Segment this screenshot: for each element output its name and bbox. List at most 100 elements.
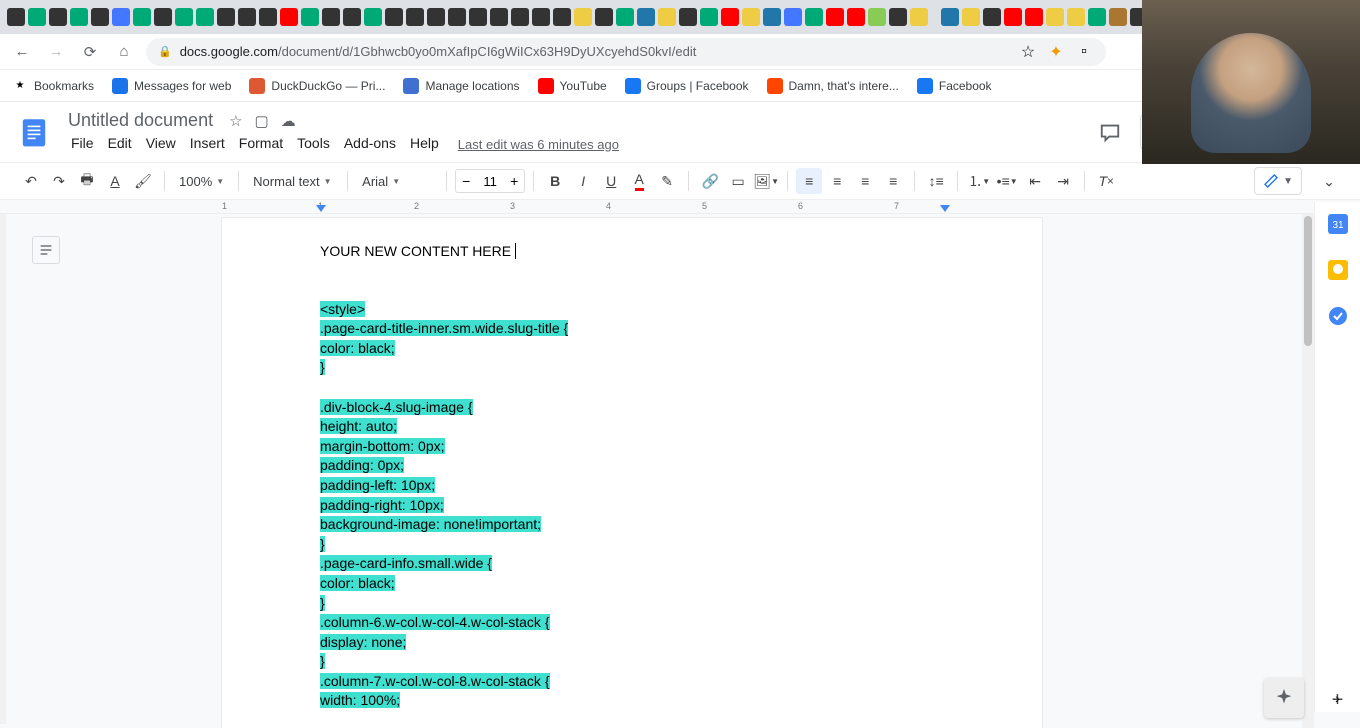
browser-tab[interactable]: [321, 4, 340, 30]
browser-tab[interactable]: [657, 4, 676, 30]
browser-tab[interactable]: [342, 4, 361, 30]
collapse-toolbar-button[interactable]: ⌃: [1316, 168, 1342, 194]
browser-tab[interactable]: [510, 4, 529, 30]
align-center-button[interactable]: ≡: [824, 168, 850, 194]
browser-tab[interactable]: [783, 4, 802, 30]
paragraph-style-dropdown[interactable]: Normal text▼: [247, 174, 339, 189]
browser-tab[interactable]: [867, 4, 886, 30]
document-text[interactable]: .column-7.w-col.w-col-8.w-col-stack {: [320, 672, 944, 692]
browser-tab[interactable]: [384, 4, 403, 30]
browser-tab[interactable]: [846, 4, 865, 30]
zoom-dropdown[interactable]: 100%▼: [173, 174, 230, 189]
outline-toggle-button[interactable]: [32, 236, 60, 264]
undo-button[interactable]: ↶: [18, 168, 44, 194]
highlight-button[interactable]: ✎: [654, 168, 680, 194]
browser-tab[interactable]: [258, 4, 277, 30]
align-left-button[interactable]: ≡: [796, 168, 822, 194]
insert-image-button[interactable]: 🖼▼: [753, 168, 779, 194]
browser-tab[interactable]: [300, 4, 319, 30]
decrease-indent-button[interactable]: ⇤: [1022, 168, 1048, 194]
document-page[interactable]: YOUR NEW CONTENT HERE <style>.page-card-…: [222, 218, 1042, 728]
document-text[interactable]: }: [320, 535, 944, 555]
browser-tab[interactable]: [678, 4, 697, 30]
print-button[interactable]: 🖶: [74, 168, 100, 194]
document-text[interactable]: YOUR NEW CONTENT HERE: [320, 242, 944, 262]
font-size-control[interactable]: − 11 +: [455, 169, 525, 193]
spellcheck-button[interactable]: A: [102, 168, 128, 194]
document-text[interactable]: padding-right: 10px;: [320, 496, 944, 516]
explore-button[interactable]: [1264, 678, 1304, 718]
last-edit-link[interactable]: Last edit was 6 minutes ago: [458, 137, 619, 152]
align-justify-button[interactable]: ≡: [880, 168, 906, 194]
browser-tab[interactable]: [174, 4, 193, 30]
browser-tab[interactable]: [6, 4, 25, 30]
browser-tab[interactable]: [1108, 4, 1127, 30]
document-text[interactable]: .page-card-info.small.wide {: [320, 554, 944, 574]
document-text[interactable]: }: [320, 358, 944, 378]
browser-tab[interactable]: [69, 4, 88, 30]
vertical-scrollbar[interactable]: [1302, 214, 1314, 728]
browser-tab[interactable]: [90, 4, 109, 30]
bulleted-list-button[interactable]: •≡▼: [994, 168, 1020, 194]
browser-tab[interactable]: [1003, 4, 1022, 30]
browser-tab[interactable]: [153, 4, 172, 30]
right-indent-marker[interactable]: [940, 205, 950, 212]
send-to-device-icon[interactable]: ▫: [1074, 42, 1094, 62]
document-title[interactable]: Untitled document: [64, 108, 217, 133]
browser-tab[interactable]: [405, 4, 424, 30]
home-button[interactable]: ⌂: [112, 40, 136, 64]
horizontal-ruler[interactable]: 11234567: [0, 200, 1360, 214]
menu-file[interactable]: File: [64, 133, 101, 153]
browser-tab[interactable]: [237, 4, 256, 30]
document-text[interactable]: }: [320, 594, 944, 614]
back-button[interactable]: ←: [10, 40, 34, 64]
docs-logo[interactable]: [14, 112, 54, 152]
line-spacing-button[interactable]: ↕≡: [923, 168, 949, 194]
browser-tab[interactable]: [636, 4, 655, 30]
calendar-addon-icon[interactable]: 31: [1326, 212, 1350, 236]
browser-tab[interactable]: [489, 4, 508, 30]
browser-tab[interactable]: [699, 4, 718, 30]
browser-tab[interactable]: [111, 4, 130, 30]
extension-icon[interactable]: ✦: [1046, 42, 1066, 62]
bookmark-item[interactable]: DuckDuckGo — Pri...: [249, 78, 385, 94]
align-right-button[interactable]: ≡: [852, 168, 878, 194]
italic-button[interactable]: I: [570, 168, 596, 194]
document-text[interactable]: .page-card-title-inner.sm.wide.slug-titl…: [320, 319, 944, 339]
bookmark-item[interactable]: Messages for web: [112, 78, 231, 94]
browser-tab[interactable]: [363, 4, 382, 30]
browser-tab[interactable]: [1087, 4, 1106, 30]
browser-tab[interactable]: [982, 4, 1001, 30]
browser-tab[interactable]: [27, 4, 46, 30]
browser-tab[interactable]: [1045, 4, 1064, 30]
document-text[interactable]: display: none;: [320, 633, 944, 653]
document-text[interactable]: [320, 378, 944, 398]
browser-tab[interactable]: [132, 4, 151, 30]
text-color-button[interactable]: A: [626, 168, 652, 194]
clear-formatting-button[interactable]: T×: [1093, 168, 1119, 194]
browser-tab[interactable]: [195, 4, 214, 30]
browser-tab[interactable]: [552, 4, 571, 30]
browser-tab[interactable]: [216, 4, 235, 30]
numbered-list-button[interactable]: ⒈▼: [966, 168, 992, 194]
document-text[interactable]: margin-bottom: 0px;: [320, 437, 944, 457]
decrease-font-button[interactable]: −: [456, 173, 476, 189]
document-text[interactable]: }: [320, 652, 944, 672]
font-dropdown[interactable]: Arial▼: [356, 174, 438, 189]
comments-button[interactable]: [1094, 116, 1126, 148]
browser-tab[interactable]: [804, 4, 823, 30]
browser-tab[interactable]: [468, 4, 487, 30]
browser-tab[interactable]: [48, 4, 67, 30]
tasks-addon-icon[interactable]: [1326, 304, 1350, 328]
bookmark-item[interactable]: YouTube: [538, 78, 607, 94]
menu-tools[interactable]: Tools: [290, 133, 337, 153]
increase-indent-button[interactable]: ⇥: [1050, 168, 1076, 194]
document-text[interactable]: padding: 0px;: [320, 456, 944, 476]
address-bar[interactable]: 🔒 docs.google.com/document/d/1Gbhwcb0yo0…: [146, 38, 1106, 66]
browser-tab[interactable]: [279, 4, 298, 30]
paint-format-button[interactable]: 🖌: [130, 168, 156, 194]
browser-tab[interactable]: [573, 4, 592, 30]
reload-button[interactable]: ⟳: [78, 40, 102, 64]
bookmark-item[interactable]: Groups | Facebook: [625, 78, 749, 94]
cloud-status-icon[interactable]: ☁: [281, 112, 296, 130]
